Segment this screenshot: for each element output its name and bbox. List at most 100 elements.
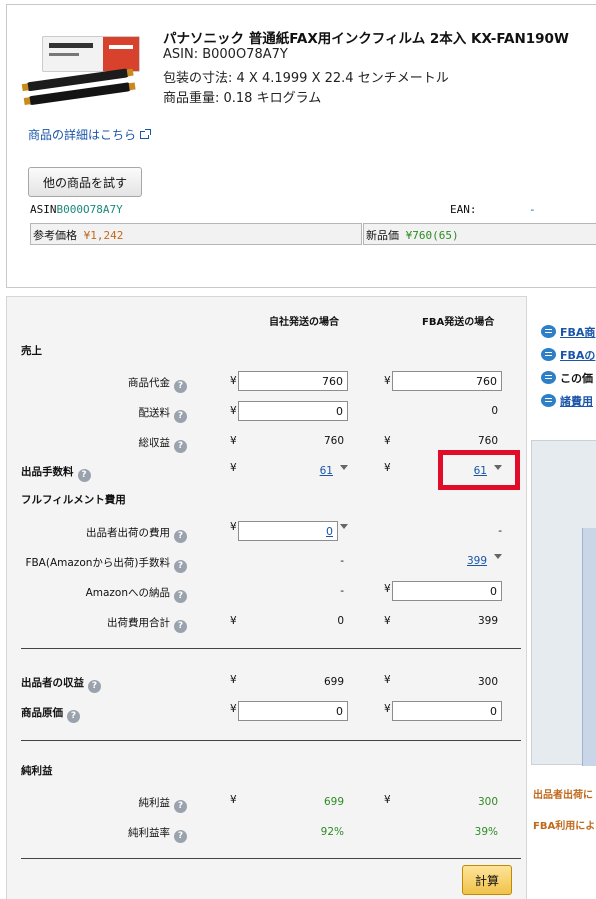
speech-bubble-icon — [541, 325, 556, 338]
help-icon[interactable]: ? — [67, 710, 80, 723]
product-details-link[interactable]: 商品の詳細はこちら — [28, 126, 152, 143]
fba-fee-fba-link[interactable]: 399 — [437, 555, 487, 567]
row-label-seller-ship-cost: 出品者出荷の費用? — [86, 525, 187, 543]
fba-note: FBA利用によ — [533, 821, 596, 832]
divider — [21, 648, 521, 649]
ship-total-fba-value: 399 — [477, 615, 498, 627]
row-label-inbound: Amazonへの納品? — [86, 585, 187, 603]
divider — [21, 858, 521, 859]
help-icon[interactable]: ? — [174, 830, 187, 843]
seller-ship-note: 出品者出荷に — [533, 790, 593, 801]
gross-fba-value: 760 — [477, 435, 498, 447]
yen-sign: ¥ — [230, 462, 237, 474]
item-price-fba-input[interactable] — [392, 371, 502, 391]
label-text: 出品者出荷の費用 — [86, 527, 170, 539]
yen-sign: ¥ — [230, 521, 237, 533]
label-text: 純利益 — [138, 797, 171, 809]
try-other-product-button[interactable]: 他の商品を試す — [28, 167, 142, 197]
fba-fee-self-value: - — [340, 555, 344, 567]
row-label-selling-fee: 出品手数料? — [21, 464, 91, 482]
product-panel: パナソニック 普通紙FAX用インクフィルム 2本入 KX-FAN190W ASI… — [6, 4, 596, 288]
reference-price-box: 参考価格 ¥1,242 — [30, 223, 362, 245]
ship-total-self-value: 0 — [337, 615, 344, 627]
yen-sign: ¥ — [384, 435, 391, 447]
label-text: 出品手数料 — [21, 466, 74, 478]
chevron-down-icon[interactable] — [494, 554, 502, 559]
yen-sign: ¥ — [384, 794, 391, 806]
link-text: FBAの — [560, 349, 596, 362]
fulfillment-heading: フルフィルメント費用 — [21, 494, 126, 506]
cost-self-input[interactable] — [238, 701, 348, 721]
yen-sign: ¥ — [384, 462, 391, 474]
help-icon[interactable]: ? — [174, 410, 187, 423]
ean-value: - — [529, 203, 536, 216]
label-text: 出荷費用合計 — [107, 617, 170, 629]
help-link-fba-product[interactable]: FBA商 — [541, 324, 595, 340]
shipping-self-input[interactable] — [238, 401, 348, 421]
net-profit-heading: 純利益 — [21, 765, 53, 777]
label-text: FBA(Amazonから出荷)手数料 — [25, 557, 170, 569]
seller-ship-cost-self-field[interactable]: 0 — [238, 521, 338, 541]
ean-label: EAN: — [450, 203, 477, 216]
yen-sign: ¥ — [384, 615, 391, 627]
yen-sign: ¥ — [230, 435, 237, 447]
comparison-chart-panel — [531, 440, 596, 766]
help-icon[interactable]: ? — [174, 530, 187, 543]
cost-fba-input[interactable] — [392, 701, 502, 721]
label-text: 総収益 — [138, 437, 171, 449]
ref-price-label: 参考価格 — [33, 229, 77, 242]
label-text: 商品原価 — [21, 707, 63, 719]
link-text: この価 — [560, 372, 593, 385]
yen-sign: ¥ — [230, 375, 237, 387]
yen-sign: ¥ — [230, 674, 237, 686]
help-icon[interactable]: ? — [88, 680, 101, 693]
row-label-item-price: 商品代金? — [128, 375, 187, 393]
seller-ship-cost-link[interactable]: 0 — [326, 525, 333, 538]
net-margin-self-value: 92% — [320, 826, 344, 838]
row-label-ship-total: 出荷費用合計? — [107, 615, 187, 633]
label-text: 商品代金 — [128, 377, 170, 389]
gross-self-value: 760 — [323, 435, 344, 447]
yen-sign: ¥ — [384, 674, 391, 686]
help-link-fba[interactable]: FBAの — [541, 347, 595, 363]
row-label-fba-fee: FBA(Amazonから出荷)手数料? — [25, 555, 187, 573]
chevron-down-icon[interactable] — [340, 465, 348, 470]
row-label-gross: 総収益? — [138, 435, 187, 453]
product-asin: ASIN: B000O78A7Y — [163, 47, 288, 62]
inbound-fba-input[interactable] — [392, 581, 502, 601]
new-price-label: 新品価 — [366, 229, 399, 242]
help-link-fees[interactable]: 諸費用 — [541, 393, 593, 409]
asin-row: ASINB000O78A7Y EAN: - — [28, 201, 596, 219]
help-icon[interactable]: ? — [174, 440, 187, 453]
help-link-price: この価 — [541, 370, 593, 386]
product-dimensions: 包装の寸法: 4 X 4.1999 X 22.4 センチメートル — [163, 71, 449, 86]
new-price-value: ¥760(65) — [405, 229, 459, 242]
help-icon[interactable]: ? — [174, 800, 187, 813]
speech-bubble-icon — [541, 348, 556, 361]
item-price-self-input[interactable] — [238, 371, 348, 391]
label-text: Amazonへの納品 — [85, 587, 170, 599]
help-icon[interactable]: ? — [174, 590, 187, 603]
chevron-down-icon[interactable] — [340, 524, 348, 529]
selling-fee-fba-highlight — [438, 450, 520, 490]
new-price-box: 新品価 ¥760(65) — [363, 223, 596, 245]
row-label-cost: 商品原価? — [21, 705, 80, 723]
help-icon[interactable]: ? — [174, 620, 187, 633]
link-text: FBA商 — [560, 326, 596, 339]
product-image — [21, 36, 140, 105]
net-profit-self-value: 699 — [323, 796, 344, 808]
asin-value[interactable]: B000O78A7Y — [57, 203, 123, 216]
product-weight: 商品重量: 0.18 キログラム — [163, 91, 322, 106]
chart-bar — [582, 528, 596, 766]
divider — [21, 740, 521, 741]
calculate-button[interactable]: 計算 — [462, 865, 512, 895]
asin-label: ASIN — [30, 203, 57, 216]
row-label-shipping: 配送料? — [139, 405, 187, 423]
seller-ship-cost-fba-value: - — [498, 525, 502, 537]
selling-fee-self-link[interactable]: 61 — [283, 465, 333, 477]
help-icon[interactable]: ? — [174, 380, 187, 393]
yen-sign: ¥ — [230, 615, 237, 627]
help-icon[interactable]: ? — [174, 560, 187, 573]
help-icon[interactable]: ? — [77, 469, 91, 482]
speech-bubble-icon — [541, 371, 556, 384]
